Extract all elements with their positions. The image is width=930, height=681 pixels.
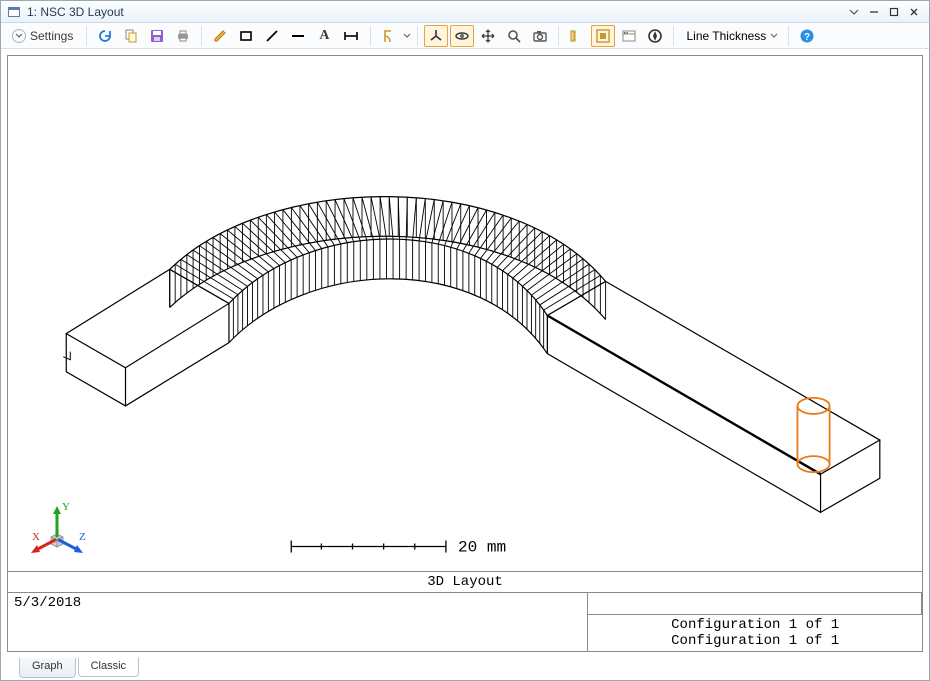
save-icon — [149, 28, 165, 44]
dimension-icon — [342, 28, 360, 44]
minimize-icon — [869, 7, 879, 17]
line-thickness-label: Line Thickness — [686, 29, 766, 43]
text-button[interactable]: A — [312, 25, 336, 47]
separator — [370, 26, 371, 46]
separator — [417, 26, 418, 46]
svg-text:X: X — [32, 531, 40, 543]
chevron-down-icon — [770, 29, 778, 43]
zoom-button[interactable] — [502, 25, 526, 47]
svg-text:Z: Z — [79, 531, 86, 543]
rectangle-icon — [238, 28, 254, 44]
minimize-button[interactable] — [865, 3, 883, 21]
fit-icon — [595, 28, 611, 44]
viewport-3d[interactable]: 20 mm — [8, 56, 922, 571]
chevron-down-icon — [12, 29, 26, 43]
save-button[interactable] — [145, 25, 169, 47]
orbit-button[interactable] — [450, 25, 474, 47]
separator — [558, 26, 559, 46]
footer-empty — [588, 593, 922, 615]
copy-button[interactable] — [119, 25, 143, 47]
toolbar: Settings A — [1, 23, 929, 49]
chevron-down-icon — [849, 7, 859, 17]
axes-button[interactable] — [424, 25, 448, 47]
separator — [673, 26, 674, 46]
scene-3d: 20 mm — [8, 56, 922, 571]
window-title: 1: NSC 3D Layout — [27, 5, 124, 19]
scale-label: 20 mm — [458, 539, 506, 557]
fit-button[interactable] — [591, 25, 615, 47]
pan-icon — [480, 28, 496, 44]
chevron-down-icon[interactable] — [403, 28, 411, 44]
tab-graph[interactable]: Graph — [19, 658, 76, 678]
refresh-icon — [97, 28, 113, 44]
ruler-icon — [569, 28, 585, 44]
layers-icon — [621, 28, 637, 44]
close-button[interactable] — [905, 3, 923, 21]
drawing-footer: 3D Layout 5/3/2018 Configuration 1 of 1 … — [8, 571, 922, 651]
settings-button[interactable]: Settings — [5, 25, 80, 47]
line-horiz-icon — [290, 28, 306, 44]
rectangle-button[interactable] — [234, 25, 258, 47]
measure-button[interactable] — [377, 25, 401, 47]
refresh-button[interactable] — [93, 25, 117, 47]
pan-button[interactable] — [476, 25, 500, 47]
close-icon — [909, 7, 919, 17]
canvas-frame: 20 mm — [7, 55, 923, 652]
scale-bar — [291, 540, 446, 552]
bottom-tabs: Graph Classic — [1, 658, 929, 680]
print-button[interactable] — [171, 25, 195, 47]
zoom-icon — [506, 28, 522, 44]
copy-icon — [123, 28, 139, 44]
compass-icon — [647, 28, 663, 44]
caliper-icon — [381, 28, 397, 44]
view-title: 3D Layout — [8, 572, 922, 592]
line-button[interactable] — [260, 25, 284, 47]
svg-text:?: ? — [804, 32, 810, 43]
axis-triad: X Y Z — [22, 500, 92, 563]
help-button[interactable]: ? — [795, 25, 819, 47]
app-icon — [7, 5, 21, 19]
axes-icon — [428, 28, 444, 44]
line-diag-icon — [264, 28, 280, 44]
hline-button[interactable] — [286, 25, 310, 47]
camera-button[interactable] — [528, 25, 552, 47]
compass-button[interactable] — [643, 25, 667, 47]
canvas-area: 20 mm — [1, 49, 929, 658]
app-window: 1: NSC 3D Layout Settings — [0, 0, 930, 681]
separator — [201, 26, 202, 46]
camera-icon — [532, 28, 548, 44]
tab-classic[interactable]: Classic — [78, 657, 139, 677]
view-date: 5/3/2018 — [8, 593, 588, 651]
config-info: Configuration 1 of 1 Configuration 1 of … — [588, 615, 922, 651]
dimension-button[interactable] — [338, 25, 364, 47]
ruler-button[interactable] — [565, 25, 589, 47]
pencil-button[interactable] — [208, 25, 232, 47]
separator — [86, 26, 87, 46]
title-bar: 1: NSC 3D Layout — [1, 1, 929, 23]
layers-button[interactable] — [617, 25, 641, 47]
dropdown-button[interactable] — [845, 3, 863, 21]
svg-text:Y: Y — [62, 501, 70, 513]
line-thickness-button[interactable]: Line Thickness — [680, 29, 782, 43]
pencil-icon — [212, 28, 228, 44]
print-icon — [175, 28, 191, 44]
help-icon: ? — [799, 28, 815, 44]
maximize-icon — [889, 7, 899, 17]
orbit-icon — [454, 28, 470, 44]
maximize-button[interactable] — [885, 3, 903, 21]
settings-label: Settings — [30, 29, 73, 43]
separator — [788, 26, 789, 46]
